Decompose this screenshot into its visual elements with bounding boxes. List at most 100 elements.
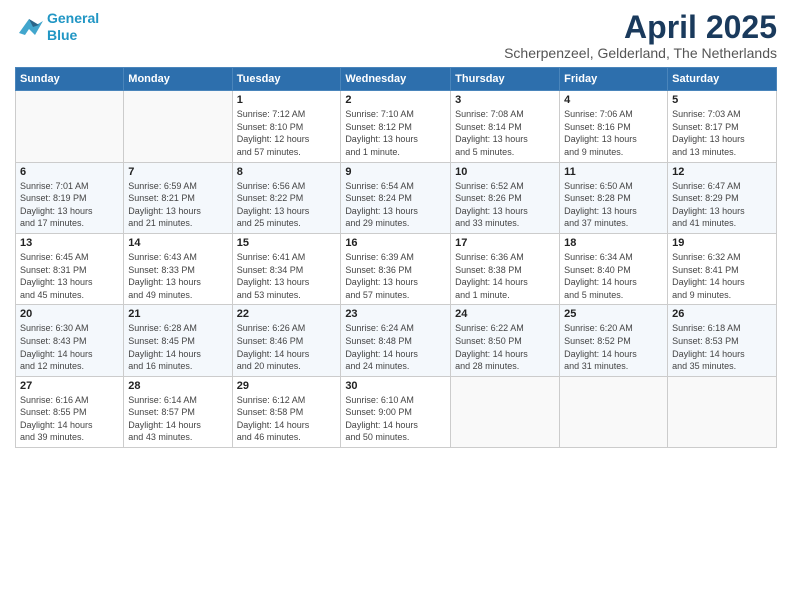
col-sunday: Sunday — [16, 68, 124, 91]
day-info: Sunrise: 6:28 AM Sunset: 8:45 PM Dayligh… — [128, 322, 227, 372]
table-row: 6Sunrise: 7:01 AM Sunset: 8:19 PM Daylig… — [16, 162, 124, 233]
day-number: 10 — [455, 166, 555, 178]
table-row: 27 Sunrise: 6:16 AM Sunset: 8:55 PM Dayli… — [16, 376, 124, 447]
col-wednesday: Wednesday — [341, 68, 451, 91]
col-monday: Monday — [124, 68, 232, 91]
day-number: 21 — [128, 308, 227, 320]
table-row: 9 Sunrise: 6:54 AM Sunset: 8:24 PM Daylig… — [341, 162, 451, 233]
calendar-week-row: 20Sunrise: 6:30 AM Sunset: 8:43 PM Dayli… — [16, 305, 777, 376]
calendar-week-row: 13Sunrise: 6:45 AM Sunset: 8:31 PM Dayli… — [16, 233, 777, 304]
table-row: 13Sunrise: 6:45 AM Sunset: 8:31 PM Dayli… — [16, 233, 124, 304]
table-row: 5Sunrise: 7:03 AM Sunset: 8:17 PM Daylig… — [668, 91, 777, 162]
day-info: Sunrise: 6:43 AM Sunset: 8:33 PM Dayligh… — [128, 251, 227, 301]
day-number: 29 — [237, 380, 337, 392]
table-row: 23 Sunrise: 6:24 AM Sunset: 8:48 PM Dayli… — [341, 305, 451, 376]
logo-icon — [15, 15, 43, 39]
col-friday: Friday — [560, 68, 668, 91]
table-row — [451, 376, 560, 447]
day-number: 7 — [128, 166, 227, 178]
day-info: Sunrise: 6:18 AM Sunset: 8:53 PM Dayligh… — [672, 322, 772, 372]
table-row: 15Sunrise: 6:41 AM Sunset: 8:34 PM Dayli… — [232, 233, 341, 304]
day-number: 19 — [672, 237, 772, 249]
day-number: 16 — [345, 237, 446, 249]
day-info: Sunrise: 6:24 AM Sunset: 8:48 PM Dayligh… — [345, 322, 446, 372]
day-info: Sunrise: 6:16 AM Sunset: 8:55 PM Dayligh… — [20, 394, 119, 444]
table-row: 28 Sunrise: 6:14 AM Sunset: 8:57 PM Dayli… — [124, 376, 232, 447]
table-row — [16, 91, 124, 162]
calendar-week-row: 1 Sunrise: 7:12 AM Sunset: 8:10 PM Daylig… — [16, 91, 777, 162]
table-row: 20Sunrise: 6:30 AM Sunset: 8:43 PM Dayli… — [16, 305, 124, 376]
day-number: 2 — [345, 94, 446, 106]
day-number: 12 — [672, 166, 772, 178]
table-row: 12 Sunrise: 6:47 AM Sunset: 8:29 PM Dayli… — [668, 162, 777, 233]
day-number: 26 — [672, 308, 772, 320]
logo-text: General Blue — [47, 10, 99, 44]
table-row — [124, 91, 232, 162]
table-row: 2 Sunrise: 7:10 AM Sunset: 8:12 PM Daylig… — [341, 91, 451, 162]
day-number: 24 — [455, 308, 555, 320]
day-number: 18 — [564, 237, 663, 249]
col-tuesday: Tuesday — [232, 68, 341, 91]
day-info: Sunrise: 6:14 AM Sunset: 8:57 PM Dayligh… — [128, 394, 227, 444]
day-info: Sunrise: 7:06 AM Sunset: 8:16 PM Dayligh… — [564, 108, 663, 158]
table-row: 14 Sunrise: 6:43 AM Sunset: 8:33 PM Dayli… — [124, 233, 232, 304]
table-row — [668, 376, 777, 447]
day-number: 6 — [20, 166, 119, 178]
day-number: 30 — [345, 380, 446, 392]
day-number: 27 — [20, 380, 119, 392]
logo-blue: Blue — [47, 27, 77, 43]
month-title: April 2025 — [504, 10, 777, 45]
day-info: Sunrise: 6:12 AM Sunset: 8:58 PM Dayligh… — [237, 394, 337, 444]
calendar-week-row: 27 Sunrise: 6:16 AM Sunset: 8:55 PM Dayli… — [16, 376, 777, 447]
table-row: 3 Sunrise: 7:08 AM Sunset: 8:14 PM Daylig… — [451, 91, 560, 162]
day-number: 28 — [128, 380, 227, 392]
day-info: Sunrise: 6:36 AM Sunset: 8:38 PM Dayligh… — [455, 251, 555, 301]
day-info: Sunrise: 7:08 AM Sunset: 8:14 PM Dayligh… — [455, 108, 555, 158]
day-number: 1 — [237, 94, 337, 106]
table-row: 8 Sunrise: 6:56 AM Sunset: 8:22 PM Daylig… — [232, 162, 341, 233]
table-row: 4 Sunrise: 7:06 AM Sunset: 8:16 PM Daylig… — [560, 91, 668, 162]
day-info: Sunrise: 6:39 AM Sunset: 8:36 PM Dayligh… — [345, 251, 446, 301]
day-number: 17 — [455, 237, 555, 249]
day-info: Sunrise: 7:10 AM Sunset: 8:12 PM Dayligh… — [345, 108, 446, 158]
day-info: Sunrise: 6:34 AM Sunset: 8:40 PM Dayligh… — [564, 251, 663, 301]
day-number: 9 — [345, 166, 446, 178]
day-info: Sunrise: 6:56 AM Sunset: 8:22 PM Dayligh… — [237, 180, 337, 230]
day-number: 14 — [128, 237, 227, 249]
header: General Blue April 2025 Scherpenzeel, Ge… — [15, 10, 777, 61]
location-subtitle: Scherpenzeel, Gelderland, The Netherland… — [504, 45, 777, 61]
day-number: 8 — [237, 166, 337, 178]
logo-general: General — [47, 10, 99, 26]
page: General Blue April 2025 Scherpenzeel, Ge… — [0, 0, 792, 612]
day-info: Sunrise: 6:26 AM Sunset: 8:46 PM Dayligh… — [237, 322, 337, 372]
day-number: 3 — [455, 94, 555, 106]
day-info: Sunrise: 6:54 AM Sunset: 8:24 PM Dayligh… — [345, 180, 446, 230]
day-number: 25 — [564, 308, 663, 320]
day-info: Sunrise: 6:32 AM Sunset: 8:41 PM Dayligh… — [672, 251, 772, 301]
day-info: Sunrise: 6:47 AM Sunset: 8:29 PM Dayligh… — [672, 180, 772, 230]
table-row: 26 Sunrise: 6:18 AM Sunset: 8:53 PM Dayli… — [668, 305, 777, 376]
table-row — [560, 376, 668, 447]
day-info: Sunrise: 7:03 AM Sunset: 8:17 PM Dayligh… — [672, 108, 772, 158]
day-number: 23 — [345, 308, 446, 320]
table-row: 29 Sunrise: 6:12 AM Sunset: 8:58 PM Dayli… — [232, 376, 341, 447]
table-row: 24Sunrise: 6:22 AM Sunset: 8:50 PM Dayli… — [451, 305, 560, 376]
day-number: 4 — [564, 94, 663, 106]
calendar-week-row: 6Sunrise: 7:01 AM Sunset: 8:19 PM Daylig… — [16, 162, 777, 233]
day-info: Sunrise: 6:59 AM Sunset: 8:21 PM Dayligh… — [128, 180, 227, 230]
day-number: 15 — [237, 237, 337, 249]
col-thursday: Thursday — [451, 68, 560, 91]
table-row: 17 Sunrise: 6:36 AM Sunset: 8:38 PM Dayli… — [451, 233, 560, 304]
table-row: 16 Sunrise: 6:39 AM Sunset: 8:36 PM Dayli… — [341, 233, 451, 304]
day-info: Sunrise: 6:50 AM Sunset: 8:28 PM Dayligh… — [564, 180, 663, 230]
col-saturday: Saturday — [668, 68, 777, 91]
title-section: April 2025 Scherpenzeel, Gelderland, The… — [504, 10, 777, 61]
table-row: 22Sunrise: 6:26 AM Sunset: 8:46 PM Dayli… — [232, 305, 341, 376]
day-info: Sunrise: 6:30 AM Sunset: 8:43 PM Dayligh… — [20, 322, 119, 372]
table-row: 19 Sunrise: 6:32 AM Sunset: 8:41 PM Dayli… — [668, 233, 777, 304]
table-row: 18 Sunrise: 6:34 AM Sunset: 8:40 PM Dayli… — [560, 233, 668, 304]
day-info: Sunrise: 6:10 AM Sunset: 9:00 PM Dayligh… — [345, 394, 446, 444]
day-number: 11 — [564, 166, 663, 178]
day-info: Sunrise: 7:12 AM Sunset: 8:10 PM Dayligh… — [237, 108, 337, 158]
logo: General Blue — [15, 10, 99, 44]
